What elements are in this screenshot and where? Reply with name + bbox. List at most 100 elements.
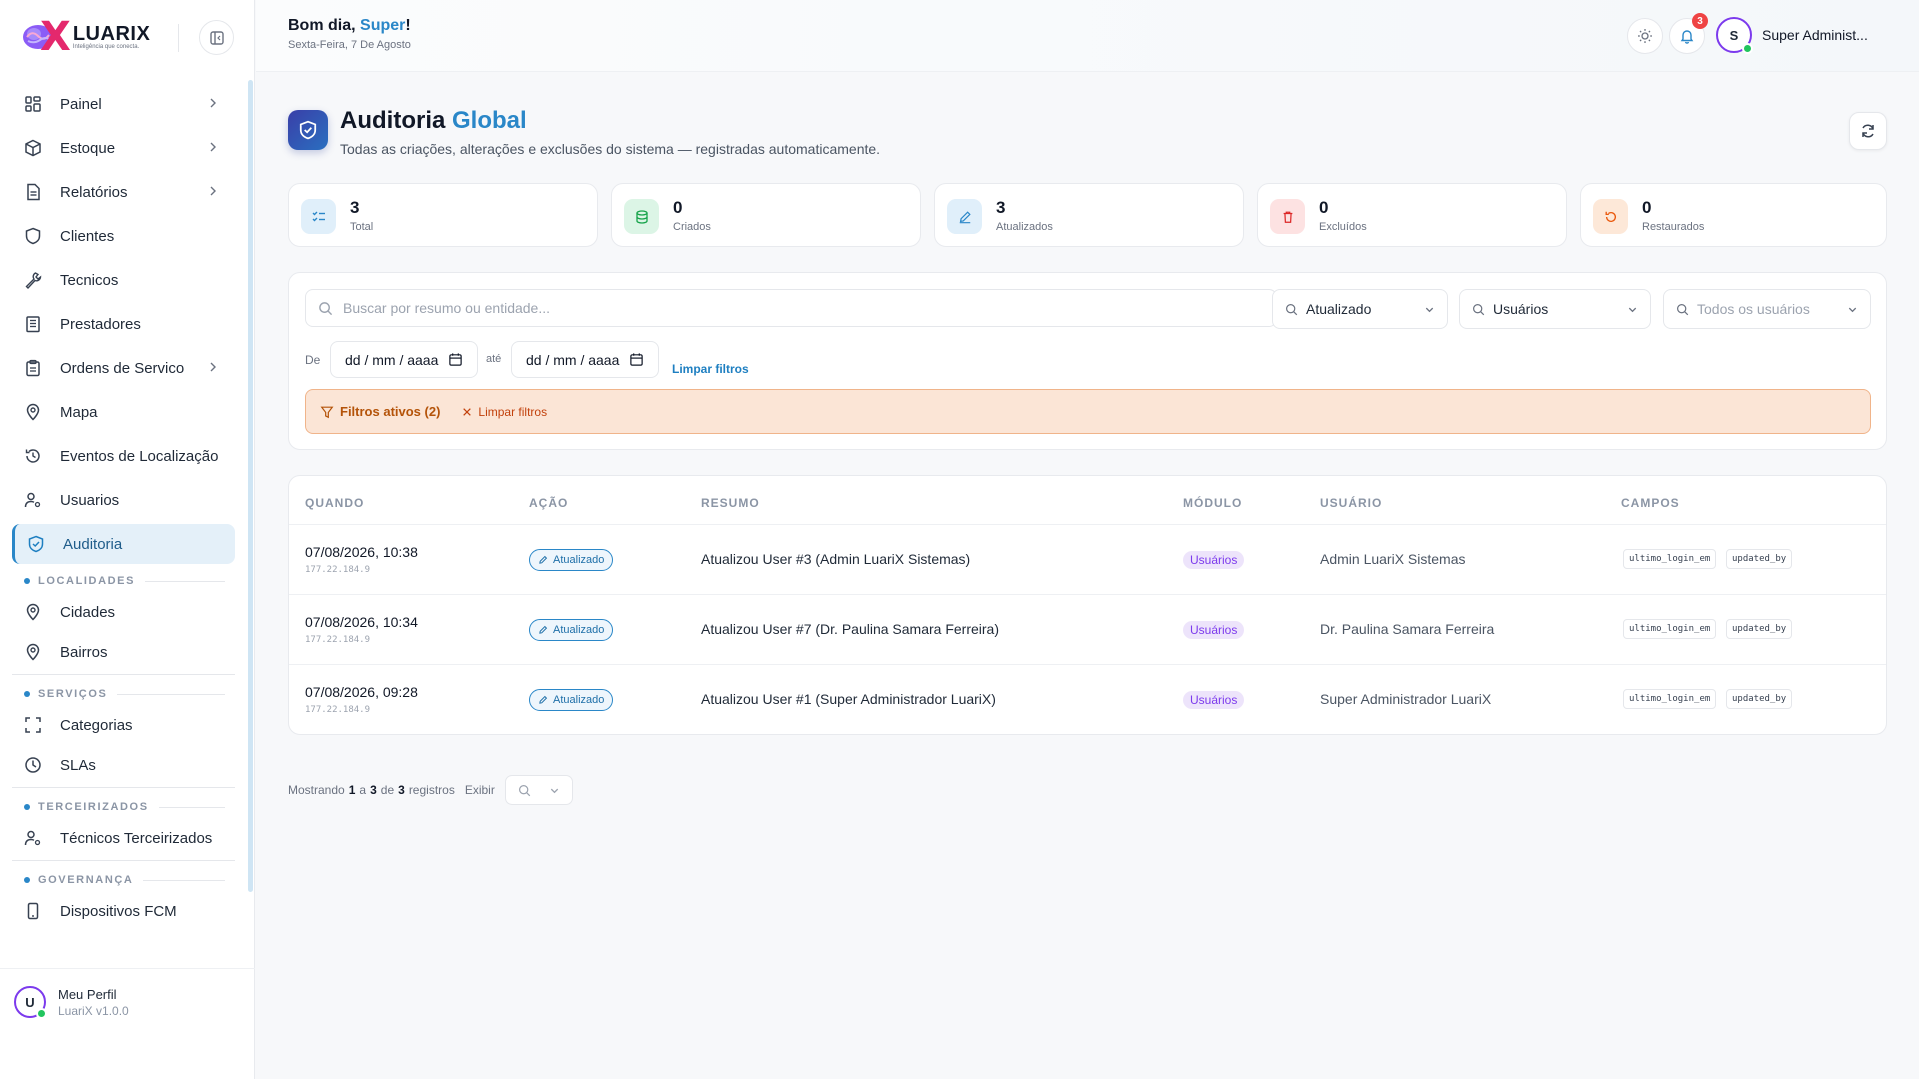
stat-label: Atualizados <box>996 221 1053 233</box>
user-filter-select[interactable]: Todos os usuários <box>1663 289 1871 329</box>
sidebar-item-label: Ordens de Servico <box>60 359 185 377</box>
module-badge: Usuários <box>1183 621 1245 639</box>
column-header-modulo[interactable]: MÓDULO <box>1183 496 1242 510</box>
sidebar-item-dispositivos-fcm[interactable]: Dispositivos FCM <box>12 893 235 929</box>
table-row[interactable]: 07/08/2026, 09:28 177.22.184.9 Atualizad… <box>289 665 1886 734</box>
sidebar-item-auditoria[interactable]: Auditoria <box>12 524 235 564</box>
dashboard-icon <box>25 96 41 112</box>
column-header-resumo[interactable]: RESUMO <box>701 496 760 510</box>
search-icon <box>319 301 333 315</box>
sidebar-item-prestadores[interactable]: Prestadores <box>12 304 235 344</box>
sidebar-item-slas[interactable]: SLAs <box>12 747 235 783</box>
close-icon <box>463 407 472 416</box>
history-icon <box>25 449 40 463</box>
search-icon <box>1286 303 1298 315</box>
sidebar-item-label: Painel <box>60 95 102 113</box>
current-date: Sexta-Feira, 7 De Agosto <box>288 39 411 51</box>
stat-value: 0 <box>1642 198 1652 217</box>
stat-value: 3 <box>996 198 1006 217</box>
sidebar-item-cidades[interactable]: Cidades <box>12 594 235 630</box>
action-filter-value: Atualizado <box>1306 301 1372 317</box>
active-filters-indicator: Filtros ativos (2) <box>320 404 440 419</box>
sidebar-item-usuarios[interactable]: Usuarios <box>12 480 235 520</box>
sidebar-item-mapa[interactable]: Mapa <box>12 392 235 432</box>
sidebar-item-categorias[interactable]: Categorias <box>12 707 235 743</box>
table-row[interactable]: 07/08/2026, 10:38 177.22.184.9 Atualizad… <box>289 525 1886 595</box>
field-tag: ultimo_login_em <box>1623 689 1717 709</box>
sidebar-item-painel[interactable]: Painel <box>12 84 235 124</box>
module-filter-select[interactable]: Usuários <box>1459 289 1651 329</box>
date-from-label: De <box>305 353 321 367</box>
chevron-down-icon <box>550 788 559 793</box>
sidebar-item-eventos-de-localizacao[interactable]: Eventos de Localização <box>12 436 235 476</box>
sidebar-item-label: SLAs <box>60 756 96 774</box>
chevron-right-icon <box>210 142 216 152</box>
shield-check-icon <box>28 535 44 553</box>
brand-tagline: Inteligência que conecta. <box>72 43 140 50</box>
clear-filters-link[interactable]: Limpar filtros <box>672 362 749 376</box>
sidebar-item-relatorios[interactable]: Relatórios <box>12 172 235 212</box>
section-terceirizados: TERCEIRIZADOS <box>12 794 235 820</box>
pagination-prefix: Mostrando <box>288 783 345 797</box>
column-header-campos[interactable]: CAMPOS <box>1621 496 1680 510</box>
table-row[interactable]: 07/08/2026, 10:34 177.22.184.9 Atualizad… <box>289 595 1886 665</box>
stat-card-excluidos: 0 Excluídos <box>1257 183 1567 247</box>
sidebar-item-clientes[interactable]: Clientes <box>12 216 235 256</box>
greeting-suffix: ! <box>405 17 411 34</box>
online-status-dot <box>1742 43 1753 54</box>
stat-card-total: 3 Total <box>288 183 598 247</box>
section-localidades: LOCALIDADES <box>12 568 235 594</box>
column-header-acao[interactable]: AÇÃO <box>529 496 568 510</box>
page-icon <box>288 110 328 150</box>
date-to-input[interactable]: dd / mm / aaaa <box>511 341 659 378</box>
date-from-input[interactable]: dd / mm / aaaa <box>330 341 478 378</box>
sun-icon <box>1638 29 1652 43</box>
brand-logo[interactable]: X LUARIX Inteligência que conecta. <box>22 17 162 57</box>
building-icon <box>26 316 40 333</box>
stat-label: Excluídos <box>1319 221 1367 233</box>
field-tag: updated_by <box>1726 549 1793 569</box>
action-badge: Atualizado <box>529 689 614 711</box>
page-subtitle: Todas as criações, alterações e exclusõe… <box>340 141 881 157</box>
stat-card-restaurados: 0 Restaurados <box>1580 183 1887 247</box>
map-pin-icon <box>26 403 40 421</box>
collapse-sidebar-button[interactable] <box>199 20 234 55</box>
module-badge: Usuários <box>1183 691 1245 709</box>
field-tag: ultimo_login_em <box>1623 619 1717 639</box>
row-ip: 177.22.184.9 <box>305 565 371 575</box>
theme-toggle-button[interactable] <box>1627 18 1663 54</box>
user-cog-icon <box>24 830 41 846</box>
sidebar-item-ordens-de-servico[interactable]: Ordens de Servico <box>12 348 235 388</box>
stat-label: Restaurados <box>1642 221 1705 233</box>
column-header-quando[interactable]: QUANDO <box>305 496 364 510</box>
refresh-button[interactable] <box>1849 112 1887 150</box>
sidebar-item-label: Prestadores <box>60 315 141 333</box>
sidebar-item-label: Categorias <box>60 716 133 734</box>
column-header-usuario[interactable]: USUÁRIO <box>1320 496 1382 510</box>
greeting: Bom dia, Super! Sexta-Feira, 7 De Agosto <box>288 17 411 51</box>
sidebar-item-tecnicos[interactable]: Tecnicos <box>12 260 235 300</box>
sidebar-item-label: Estoque <box>60 139 116 157</box>
sidebar-item-tecnicos-terceirizados[interactable]: Técnicos Terceirizados <box>12 820 235 856</box>
map-pin-icon <box>26 603 40 621</box>
field-tag: ultimo_login_em <box>1623 549 1717 569</box>
sidebar-scrollbar[interactable] <box>248 80 253 892</box>
stat-card-atualizados: 3 Atualizados <box>934 183 1244 247</box>
action-badge: Atualizado <box>529 619 614 641</box>
sidebar-item-bairros[interactable]: Bairros <box>12 634 235 670</box>
active-filters-clear-button[interactable]: Limpar filtros <box>462 405 547 419</box>
sidebar-profile[interactable]: U Meu Perfil LuariX v1.0.0 <box>14 986 129 1019</box>
action-filter-select[interactable]: Atualizado <box>1272 289 1448 329</box>
field-tag: updated_by <box>1726 619 1793 639</box>
clipboard-icon <box>26 359 40 377</box>
sidebar-item-label: Tecnicos <box>60 271 119 289</box>
notifications-button[interactable]: 3 <box>1669 13 1708 54</box>
page-size-select[interactable] <box>504 775 573 805</box>
bell-icon <box>1680 30 1694 44</box>
audit-table: QUANDO AÇÃO RESUMO MÓDULO USUÁRIO CAMPOS… <box>288 475 1887 735</box>
user-name: Super Administ... <box>1762 27 1868 43</box>
action-badge-label: Atualizado <box>553 624 605 636</box>
search-input[interactable]: Buscar por resumo ou entidade... <box>305 289 1277 327</box>
sidebar-item-estoque[interactable]: Estoque <box>12 128 235 168</box>
user-menu[interactable]: S Super Administ... <box>1716 17 1868 54</box>
